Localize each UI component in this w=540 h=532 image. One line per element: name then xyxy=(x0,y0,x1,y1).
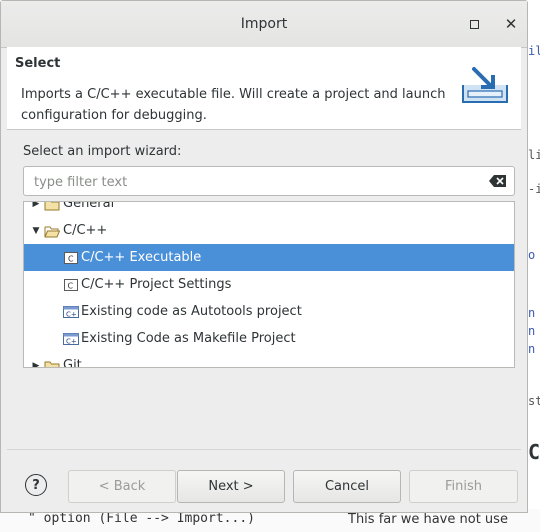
next-button[interactable]: Next > xyxy=(177,470,285,503)
maximize-icon xyxy=(469,19,479,29)
wizard-tree[interactable]: ▶ General ▼ C/C++ C C/C++ Executable C C… xyxy=(23,201,515,368)
collapse-arrow-icon[interactable]: ▼ xyxy=(31,226,41,236)
svg-text:C: C xyxy=(68,254,74,263)
tree-item-label: Existing Code as Makefile Project xyxy=(81,331,296,346)
filter-field[interactable] xyxy=(23,166,515,196)
tree-item-makefile[interactable]: C+ Existing Code as Makefile Project xyxy=(24,325,514,352)
expand-arrow-icon[interactable]: ▶ xyxy=(31,361,41,368)
project-icon: C+ xyxy=(63,305,79,318)
wizard-page-title: Select xyxy=(15,56,61,71)
tree-item-label: Git xyxy=(63,358,82,368)
bg-fragment: n xyxy=(528,306,536,320)
bg-code-text: " option (File --> Import...) xyxy=(28,511,255,526)
bg-fragment: -i xyxy=(528,182,540,196)
bg-fragment: st xyxy=(528,394,540,408)
executable-icon: C xyxy=(64,251,78,264)
finish-button[interactable]: Finish xyxy=(409,470,518,503)
bg-fragment: n xyxy=(528,342,536,356)
bg-doc-text: This far we have not use xyxy=(348,512,508,527)
open-folder-icon xyxy=(44,226,60,237)
svg-text:C: C xyxy=(68,281,74,290)
svg-text:C+: C+ xyxy=(66,337,77,345)
wizard-label: Select an import wizard: xyxy=(23,144,182,159)
import-icon xyxy=(462,67,508,103)
svg-text:C+: C+ xyxy=(66,310,77,318)
folder-icon xyxy=(44,361,60,367)
wizard-description: Imports a C/C++ executable file. Will cr… xyxy=(21,87,446,123)
tree-item-git[interactable]: ▶ Git xyxy=(24,352,514,368)
expand-arrow-icon[interactable]: ▶ xyxy=(31,202,41,209)
settings-file-icon: C xyxy=(64,278,78,291)
close-icon: ✕ xyxy=(504,15,518,33)
back-button[interactable]: < Back xyxy=(68,470,176,503)
folder-icon xyxy=(44,202,60,210)
clear-filter-icon[interactable] xyxy=(489,175,506,187)
bg-fragment: o xyxy=(528,248,536,262)
help-button[interactable]: ? xyxy=(25,474,47,496)
bg-fragment: li xyxy=(528,148,540,162)
bg-fragment: il xyxy=(528,44,540,58)
cancel-button[interactable]: Cancel xyxy=(293,470,401,503)
bg-fragment: C xyxy=(528,440,540,464)
tree-item-cpp-executable[interactable]: C C/C++ Executable xyxy=(24,244,514,271)
title-bar[interactable]: Import ✕ xyxy=(1,1,527,48)
close-button[interactable]: ✕ xyxy=(501,14,521,34)
tree-item-cpp-project-settings[interactable]: C C/C++ Project Settings xyxy=(24,271,514,298)
footer-separator xyxy=(7,449,521,450)
tree-item-general[interactable]: ▶ General xyxy=(24,201,514,217)
header-separator xyxy=(7,129,521,130)
tree-item-label: General xyxy=(63,201,115,211)
tree-item-label: C/C++ Project Settings xyxy=(81,277,232,292)
bg-fragment: n xyxy=(528,324,536,338)
wizard-header: Select Imports a C/C++ executable file. … xyxy=(7,47,521,129)
tree-item-label: Existing code as Autotools project xyxy=(81,304,302,319)
project-icon: C+ xyxy=(63,332,79,345)
tree-item-autotools[interactable]: C+ Existing code as Autotools project xyxy=(24,298,514,325)
help-icon: ? xyxy=(32,477,40,493)
tree-item-label: C/C++ xyxy=(63,223,108,238)
import-dialog: Import ✕ Select Imports a C/C++ executab… xyxy=(0,0,528,513)
tree-item-cpp[interactable]: ▼ C/C++ xyxy=(24,217,514,244)
tree-item-label: C/C++ Executable xyxy=(81,250,202,265)
maximize-button[interactable] xyxy=(464,14,484,34)
filter-input[interactable] xyxy=(32,172,476,192)
dialog-title: Import xyxy=(240,16,288,32)
